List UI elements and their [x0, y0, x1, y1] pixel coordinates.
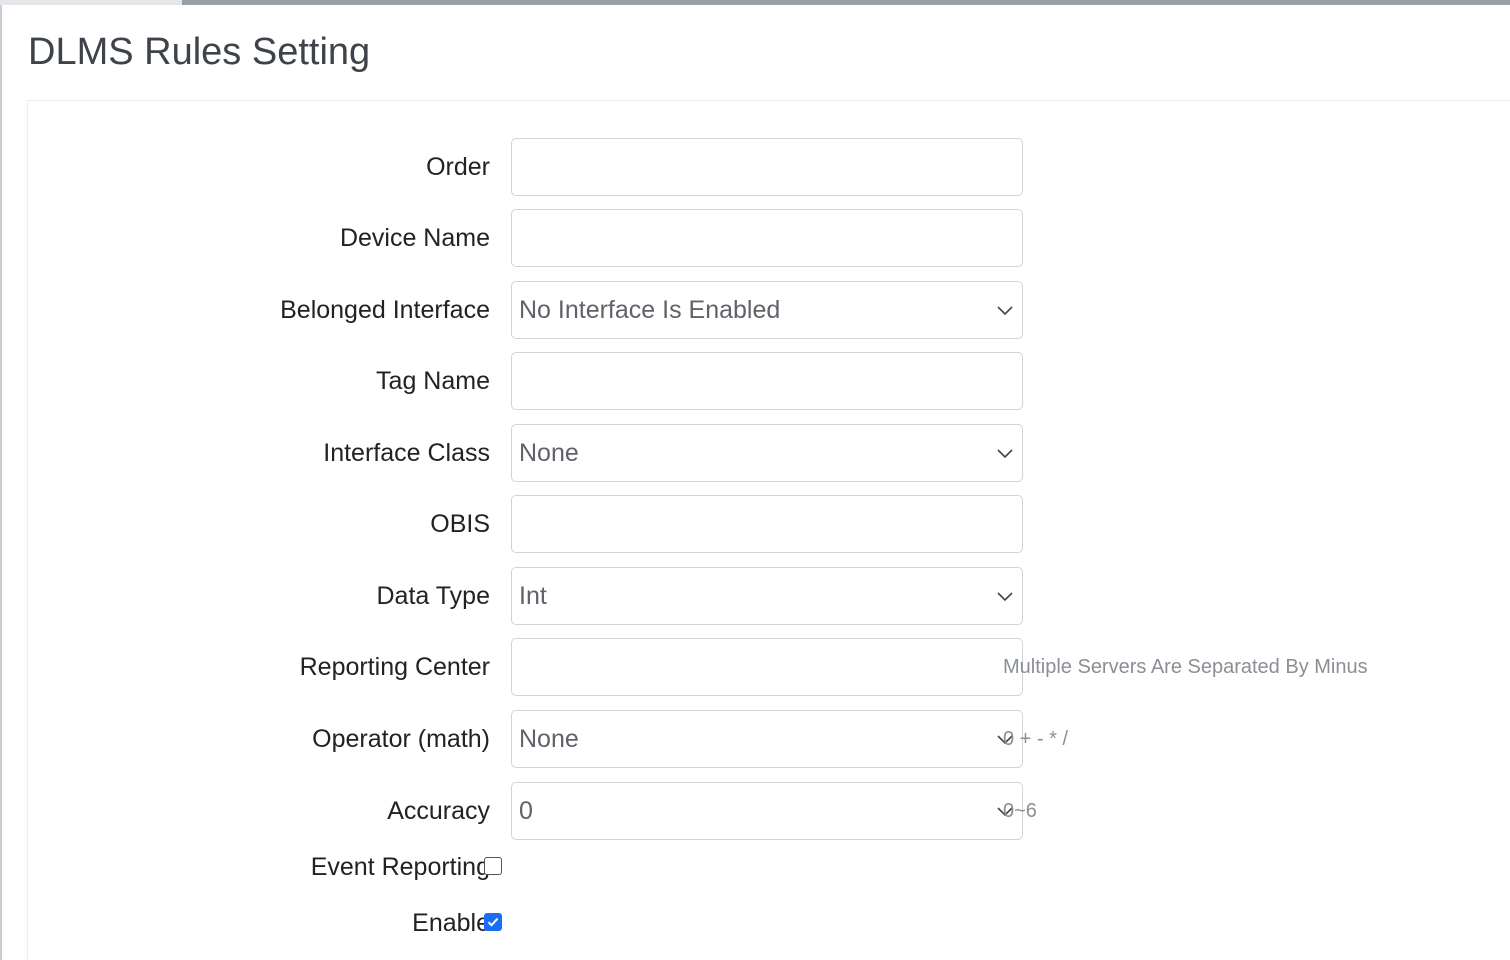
page-title: DLMS Rules Setting	[28, 31, 371, 73]
enable-checkbox[interactable]	[484, 913, 502, 931]
data-type-select[interactable]: Int	[511, 567, 1023, 625]
belonged-interface-value: No Interface Is Enabled	[519, 296, 781, 324]
device-name-field[interactable]	[511, 209, 1023, 267]
form-row-data-type: Data Type Int	[28, 567, 1510, 625]
top-strip	[0, 0, 1510, 5]
checkmark-icon	[487, 917, 499, 927]
form-row-tag-name: Tag Name	[28, 352, 1510, 410]
page: DLMS Rules Setting Order Device Name Bel…	[0, 0, 1510, 960]
enable-label: Enable	[412, 909, 490, 937]
event-reporting-checkbox[interactable]	[484, 857, 502, 875]
form-row-device-name: Device Name	[28, 209, 1510, 267]
form-row-belonged-interface: Belonged Interface No Interface Is Enabl…	[28, 281, 1510, 339]
interface-class-select[interactable]: None	[511, 424, 1023, 482]
reporting-center-field[interactable]	[511, 638, 1023, 696]
operator-value: None	[519, 725, 579, 753]
accuracy-select[interactable]: 0	[511, 782, 1023, 840]
order-input[interactable]	[512, 139, 1022, 195]
interface-class-label: Interface Class	[323, 439, 490, 467]
reporting-center-label: Reporting Center	[299, 653, 490, 681]
belonged-interface-select[interactable]: No Interface Is Enabled	[511, 281, 1023, 339]
accuracy-hint: 0~6	[1003, 800, 1037, 822]
device-name-input[interactable]	[512, 210, 1022, 266]
obis-label: OBIS	[430, 510, 490, 538]
tag-name-label: Tag Name	[376, 367, 490, 395]
device-name-label: Device Name	[339, 224, 490, 252]
belonged-interface-label: Belonged Interface	[280, 296, 490, 324]
chevron-down-icon	[997, 592, 1013, 602]
data-type-label: Data Type	[376, 582, 490, 610]
order-label: Order	[426, 153, 490, 181]
tag-name-input[interactable]	[512, 353, 1022, 409]
form-row-order: Order	[28, 138, 1510, 196]
form-row-obis: OBIS	[28, 495, 1510, 553]
order-field[interactable]	[511, 138, 1023, 196]
accuracy-label: Accuracy	[387, 797, 490, 825]
form-row-interface-class: Interface Class None	[28, 424, 1510, 482]
chevron-down-icon	[997, 306, 1013, 316]
interface-class-value: None	[519, 439, 579, 467]
obis-field[interactable]	[511, 495, 1023, 553]
data-type-value: Int	[519, 582, 547, 610]
chevron-down-icon	[997, 449, 1013, 459]
operator-select[interactable]: None	[511, 710, 1023, 768]
reporting-center-input[interactable]	[512, 639, 1022, 695]
obis-input[interactable]	[512, 496, 1022, 552]
reporting-center-hint: Multiple Servers Are Separated By Minus	[1003, 656, 1368, 678]
form-panel: Order Device Name Belonged Interface No …	[27, 100, 1510, 960]
form-row-event-reporting: Event Reporting	[28, 838, 1510, 896]
accuracy-value: 0	[519, 797, 533, 825]
operator-hint: 0 + - * /	[1003, 728, 1069, 750]
form-row-enable: Enable	[28, 894, 1510, 952]
form-row-operator: Operator (math) None 0 + - * /	[28, 710, 1510, 768]
top-strip-left	[0, 0, 182, 5]
event-reporting-label: Event Reporting	[310, 853, 490, 881]
tag-name-field[interactable]	[511, 352, 1023, 410]
form-row-accuracy: Accuracy 0 0~6	[28, 782, 1510, 840]
form-row-reporting-center: Reporting Center Multiple Servers Are Se…	[28, 638, 1510, 696]
left-edge-divider	[0, 5, 2, 960]
operator-label: Operator (math)	[312, 725, 490, 753]
